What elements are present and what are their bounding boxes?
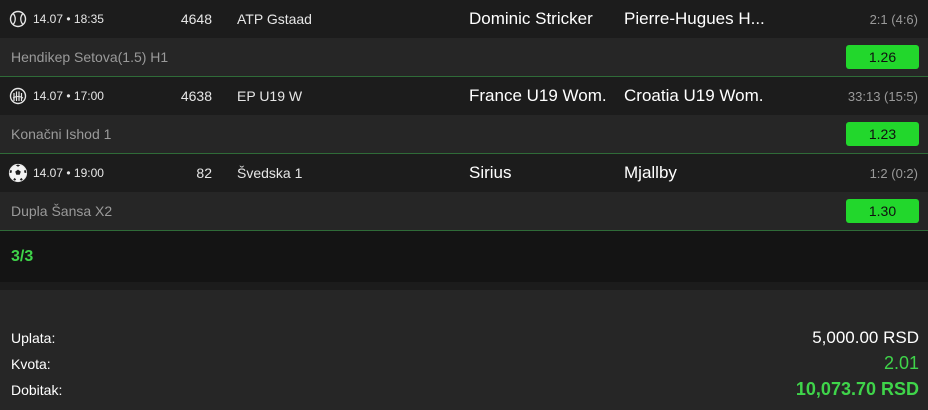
match-id: 4648 — [180, 11, 212, 27]
league-name: EP U19 W — [237, 88, 303, 104]
handball-icon — [8, 86, 28, 106]
match-score: 2:1 (4:6) — [869, 11, 918, 27]
ticket-summary: Uplata: 5,000.00 RSD Kvota: 2.01 Dobitak… — [0, 290, 928, 410]
match-row[interactable]: 14.07 • 19:00 82 Švedska 1 Sirius Mjallb… — [0, 154, 928, 192]
selection-count-row: 3/3 — [0, 231, 928, 282]
odds-label: Kvota: — [11, 356, 51, 372]
stake-label: Uplata: — [11, 330, 56, 346]
win-value: 10,073.70 RSD — [795, 379, 919, 399]
odd-button[interactable]: 1.30 — [846, 199, 919, 223]
home-team: Sirius — [469, 163, 512, 182]
match-row[interactable]: 14.07 • 18:35 4648 ATP Gstaad Dominic St… — [0, 0, 928, 38]
away-team: Croatia U19 Wom. — [624, 86, 764, 105]
tennis-ball-icon — [8, 9, 28, 29]
match-row[interactable]: 14.07 • 17:00 4638 EP U19 W France U19 W… — [0, 77, 928, 115]
away-team: Mjallby — [624, 163, 677, 182]
bet-row: Konačni Ishod 1 1.23 — [0, 115, 928, 154]
match-datetime: 14.07 • 18:35 — [33, 12, 104, 26]
league-name: Švedska 1 — [237, 165, 303, 181]
total-odds-value: 2.01 — [883, 353, 919, 373]
bet-row: Hendikep Setova(1.5) H1 1.26 — [0, 38, 928, 77]
home-team: Dominic Stricker — [469, 9, 593, 28]
match-score: 33:13 (15:5) — [847, 88, 918, 104]
match-id: 82 — [196, 165, 212, 181]
odd-button[interactable]: 1.26 — [846, 45, 919, 69]
selection-count: 3/3 — [11, 247, 34, 265]
bet-type-label: Hendikep Setova(1.5) H1 — [11, 49, 169, 65]
match-score: 1:2 (0:2) — [869, 165, 918, 181]
odd-button[interactable]: 1.23 — [846, 122, 919, 146]
match-id: 4638 — [180, 88, 212, 104]
stake-value: 5,000.00 RSD — [812, 328, 919, 347]
match-datetime: 14.07 • 17:00 — [33, 89, 104, 103]
bet-ticket: 14.07 • 18:35 4648 ATP Gstaad Dominic St… — [0, 0, 928, 410]
league-name: ATP Gstaad — [237, 11, 312, 27]
win-label: Dobitak: — [11, 382, 63, 398]
home-team: France U19 Wom. — [469, 86, 607, 105]
bet-type-label: Konačni Ishod 1 — [11, 126, 112, 142]
bet-type-label: Dupla Šansa X2 — [11, 203, 113, 219]
soccer-ball-icon — [8, 163, 28, 183]
away-team: Pierre-Hugues H... — [624, 9, 765, 28]
bet-row: Dupla Šansa X2 1.30 — [0, 192, 928, 231]
match-datetime: 14.07 • 19:00 — [33, 166, 104, 180]
